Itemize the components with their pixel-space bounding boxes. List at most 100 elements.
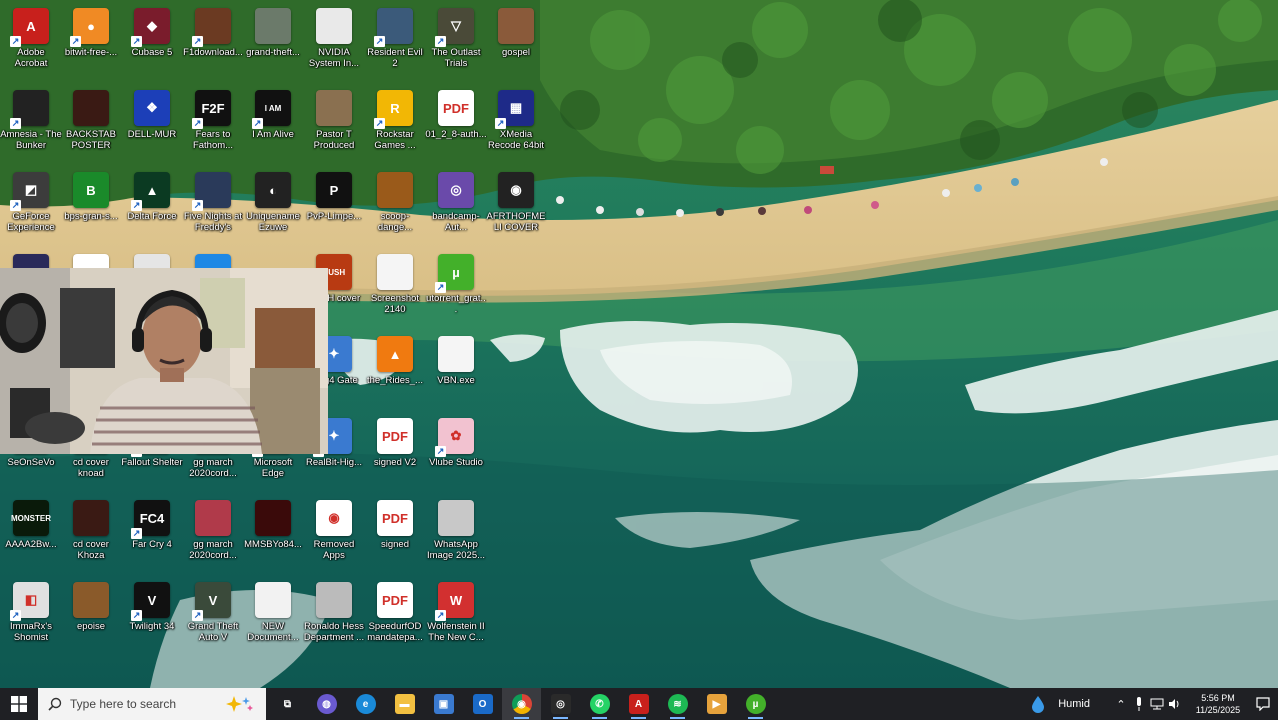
desktop-icon[interactable]: Bbps-gran-s...	[60, 168, 122, 248]
desktop-icon[interactable]: ▲Delta Force	[121, 168, 183, 248]
desktop-icon[interactable]: cd cover Khoza	[60, 496, 122, 576]
desktop-icon[interactable]: PDF signed	[364, 496, 426, 576]
desktop-icon-label: AFRTHOFMELI COVER	[486, 211, 546, 233]
app-icon	[498, 8, 534, 44]
clock[interactable]: 5:56 PM 11/25/2025	[1188, 692, 1248, 716]
app-icon	[438, 500, 474, 536]
desktop-icon-label: epoise	[77, 621, 105, 632]
taskbar-app-utorrent[interactable]: µ	[736, 688, 775, 720]
desktop-icon-label: I Am Alive	[252, 129, 294, 140]
taskbar-app-chrome[interactable]: ◉	[502, 688, 541, 720]
desktop-icon[interactable]: FC4Far Cry 4	[121, 496, 183, 576]
desktop-icon[interactable]: ▽The Outlast Trials	[425, 4, 487, 84]
desktop-icon[interactable]: grand-theft...	[242, 4, 304, 84]
desktop-icon[interactable]: Five Nights at Freddy's Into...	[182, 168, 244, 248]
desktop-icon-label: Microsoft Edge	[253, 457, 293, 479]
desktop-icon[interactable]: gg march 2020cord...	[182, 496, 244, 576]
desktop-icon-label: Far Cry 4	[132, 539, 172, 550]
speaker-icon	[1169, 699, 1179, 709]
desktop-icon[interactable]: F1download...	[182, 4, 244, 84]
clock-time: 5:56 PM	[1201, 693, 1235, 703]
desktop-icon[interactable]: Ronaldo Hess Department ...	[303, 578, 365, 658]
desktop-icon[interactable]: F2FFears to Fathom...	[182, 86, 244, 166]
desktop-icon[interactable]: µutorrent_grat...	[425, 250, 487, 330]
desktop-icon-label: VBN.exe	[437, 375, 475, 386]
desktop-icon-label: Uniquename Ezuwe	[246, 211, 300, 233]
taskbar-search-box[interactable]: Type here to search	[38, 688, 266, 720]
chevron-up-icon: ⌃	[1116, 698, 1126, 711]
desktop-icon[interactable]: PDF signed V2	[364, 414, 426, 494]
show-hidden-icons-button[interactable]: ⌃	[1112, 688, 1130, 720]
taskbar-app-copilot[interactable]: ◍	[307, 688, 346, 720]
desktop-icon[interactable]: AAdobe Acrobat	[0, 4, 62, 84]
network-icon[interactable]	[1148, 688, 1166, 720]
taskbar-app-whatsapp[interactable]: ✆	[580, 688, 619, 720]
desktop-icon[interactable]: Amnesia - The Bunker	[0, 86, 62, 166]
desktop-icon[interactable]: BACKSTAB POSTER	[60, 86, 122, 166]
taskbar-app-microsoft-store[interactable]: ▣	[424, 688, 463, 720]
desktop-icon[interactable]: NEW Document...	[242, 578, 304, 658]
desktop-icon[interactable]: RRockstar Games ...	[364, 86, 426, 166]
desktop-icon[interactable]: VTwilight 34	[121, 578, 183, 658]
desktop-icon[interactable]: Resident Evil 2	[364, 4, 426, 84]
desktop-icon[interactable]: ✿Vlube Studio	[425, 414, 487, 494]
desktop-icon-label: gg march 2020cord...	[189, 539, 237, 561]
app-icon	[73, 582, 109, 618]
desktop-icon[interactable]: ▲ the_Rides_...	[364, 332, 426, 412]
desktop-icon-label: Twilight 34	[129, 621, 175, 632]
desktop-icon-label: Rockstar Games ...	[374, 129, 416, 151]
taskbar-app-file-explorer[interactable]: ▬	[385, 688, 424, 720]
start-button[interactable]	[0, 688, 38, 720]
desktop-icon[interactable]: ◉ AFRTHOFMELI COVER	[485, 168, 547, 248]
taskbar-app-edge[interactable]: e	[346, 688, 385, 720]
desktop-icon[interactable]: ▦XMedia Recode 64bit	[485, 86, 547, 166]
volume-icon[interactable]	[1166, 688, 1184, 720]
desktop-icon[interactable]: ◩GeForce Experience	[0, 168, 62, 248]
desktop-icon[interactable]: PDF 01_2_8-auth...	[425, 86, 487, 166]
desktop-icon[interactable]: P PvP-Limpe...	[303, 168, 365, 248]
desktop-icon[interactable]: PDF SpeedurfOD mandatepa...	[364, 578, 426, 658]
desktop-icon[interactable]: MONSTER AAAA2Bw...	[0, 496, 62, 576]
desktop-icon-label: NVIDIA System In...	[308, 47, 360, 69]
app-icon: P	[316, 172, 352, 208]
taskbar-app-outlook[interactable]: O	[463, 688, 502, 720]
desktop-icon-label: signed	[381, 539, 409, 550]
desktop-icon[interactable]: ◧ImmaRx's Shomist	[0, 578, 62, 658]
desktop-icon[interactable]: WWolfenstein II The New C...	[425, 578, 487, 658]
app-icon	[10, 90, 49, 129]
desktop-icon[interactable]: ◆Cubase 5	[121, 4, 183, 84]
app-icon: µ	[435, 254, 474, 293]
desktop-icon[interactable]: Pastor T Produced	[303, 86, 365, 166]
desktop-icon[interactable]: ◎ bandcamp-Aut...	[425, 168, 487, 248]
microphone-icon[interactable]	[1130, 688, 1148, 720]
desktop-icon[interactable]: MMSBYo84...	[242, 496, 304, 576]
app-icon	[255, 8, 291, 44]
desktop-icon[interactable]: epoise	[60, 578, 122, 658]
taskbar-app-media-player[interactable]: ▶	[697, 688, 736, 720]
taskbar-app-acrobat[interactable]: A	[619, 688, 658, 720]
desktop-icon-label: Fallout Shelter	[121, 457, 183, 468]
desktop-icon[interactable]: ◐ Uniquename Ezuwe	[242, 168, 304, 248]
desktop-icon[interactable]: ◉ Removed Apps	[303, 496, 365, 576]
obs-studio-icon: ◎	[550, 694, 571, 714]
desktop-icon-label: The Outlast Trials	[431, 47, 481, 69]
desktop-icon[interactable]: scoop-dange...	[364, 168, 426, 248]
desktop-icon[interactable]: ❖ DELL-MUR	[121, 86, 183, 166]
app-icon: I AM	[252, 90, 291, 129]
weather-widget[interactable]: Humid	[1030, 695, 1090, 713]
desktop-icon[interactable]: Screenshot 2140	[364, 250, 426, 330]
taskbar-app-obs-studio[interactable]: ◎	[541, 688, 580, 720]
webcam-person-image	[0, 268, 328, 454]
desktop-icon[interactable]: WhatsApp Image 2025...	[425, 496, 487, 576]
notification-center-button[interactable]	[1248, 688, 1278, 720]
taskbar-app-spotify[interactable]: ≋	[658, 688, 697, 720]
taskbar-app-task-view[interactable]: ⧉	[268, 688, 307, 720]
desktop-icon[interactable]: VGrand Theft Auto V	[182, 578, 244, 658]
desktop-icon[interactable]: I AMI Am Alive	[242, 86, 304, 166]
desktop-icon[interactable]: NVIDIA System In...	[303, 4, 365, 84]
desktop-icon[interactable]: ●bitwit-free-...	[60, 4, 122, 84]
app-icon: PDF	[377, 582, 413, 618]
desktop-icon[interactable]: gospel	[485, 4, 547, 84]
desktop-icon-label: Delta Force	[127, 211, 177, 222]
desktop-icon[interactable]: VBN.exe	[425, 332, 487, 412]
